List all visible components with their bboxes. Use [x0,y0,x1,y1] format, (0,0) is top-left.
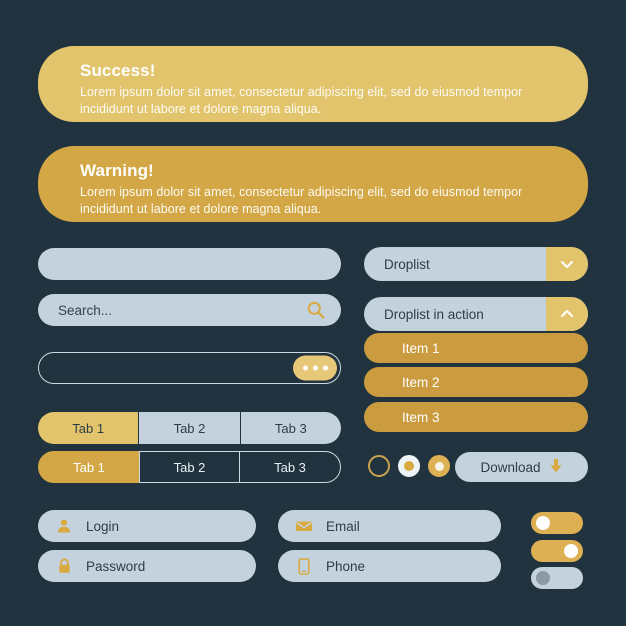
toggle-knob [564,544,578,558]
droplist-item[interactable]: Item 1 [364,333,588,363]
droplist-item[interactable]: Item 3 [364,402,588,432]
search-icon[interactable] [305,299,327,321]
toggle-knob [536,516,550,530]
toggle-gold-off[interactable] [531,512,583,534]
login-field-label: Login [86,518,120,534]
tab-row-outlined: Tab 1 Tab 2 Tab 3 [38,451,341,483]
ellipsis-dot [302,365,308,371]
alert-warning-title: Warning! [80,161,154,180]
download-button-label: Download [480,459,541,475]
envelope-icon [294,519,314,533]
droplist-item[interactable]: Item 2 [364,367,588,397]
phone-field[interactable]: Phone [278,550,501,582]
tab-2-filled[interactable]: Tab 2 [138,412,240,444]
lock-icon [54,558,74,574]
radio-selected-light[interactable] [398,455,420,477]
droplist-open-label: Droplist in action [384,306,484,322]
phone-icon [294,557,314,575]
ellipsis-icon[interactable] [293,355,337,381]
alert-warning: Warning! Lorem ipsum dolor sit amet, con… [38,146,588,222]
alert-success: Success! Lorem ipsum dolor sit amet, con… [38,46,588,122]
toggle-knob [536,571,550,585]
tab-2-outlined[interactable]: Tab 2 [138,451,241,483]
download-arrow-icon [549,458,563,477]
droplist-open[interactable]: Droplist in action [364,297,588,331]
toggle-muted[interactable] [531,567,583,589]
chevron-up-icon[interactable] [546,297,588,331]
chevron-down-icon[interactable] [546,247,588,281]
ellipsis-dot [322,365,328,371]
radio-dot [404,461,414,471]
droplist-closed[interactable]: Droplist [364,247,588,281]
alert-success-title: Success! [80,61,156,80]
user-icon [54,518,74,534]
droplist-item-label: Item 2 [402,374,440,390]
login-field[interactable]: Login [38,510,256,542]
radio-group [368,455,450,477]
tab-1-outlined[interactable]: Tab 1 [38,451,140,483]
droplist-item-label: Item 1 [402,340,440,356]
alert-warning-body: Lorem ipsum dolor sit amet, consectetur … [80,185,523,216]
ellipsis-dot [312,365,318,371]
ui-kit-canvas: Success! Lorem ipsum dolor sit amet, con… [0,0,626,626]
radio-selected-gold[interactable] [428,455,450,477]
droplist-closed-label: Droplist [384,256,430,272]
password-field-label: Password [86,558,146,574]
search-placeholder: Search... [58,302,113,318]
tab-row-filled: Tab 1 Tab 2 Tab 3 [38,412,341,444]
download-button[interactable]: Download [455,452,588,482]
phone-field-label: Phone [326,558,366,574]
search-input[interactable]: Search... [38,294,341,326]
text-input[interactable] [38,248,341,280]
tab-1-filled[interactable]: Tab 1 [38,412,139,444]
tab-3-outlined[interactable]: Tab 3 [239,451,341,483]
password-field[interactable]: Password [38,550,256,582]
droplist-item-label: Item 3 [402,409,440,425]
radio-dot [434,461,444,471]
outlined-input[interactable] [38,352,341,384]
toggle-gold-on[interactable] [531,540,583,562]
alert-success-body: Lorem ipsum dolor sit amet, consectetur … [80,85,523,116]
email-field-label: Email [326,518,360,534]
radio-unselected[interactable] [368,455,390,477]
tab-3-filled[interactable]: Tab 3 [239,412,341,444]
email-field[interactable]: Email [278,510,501,542]
